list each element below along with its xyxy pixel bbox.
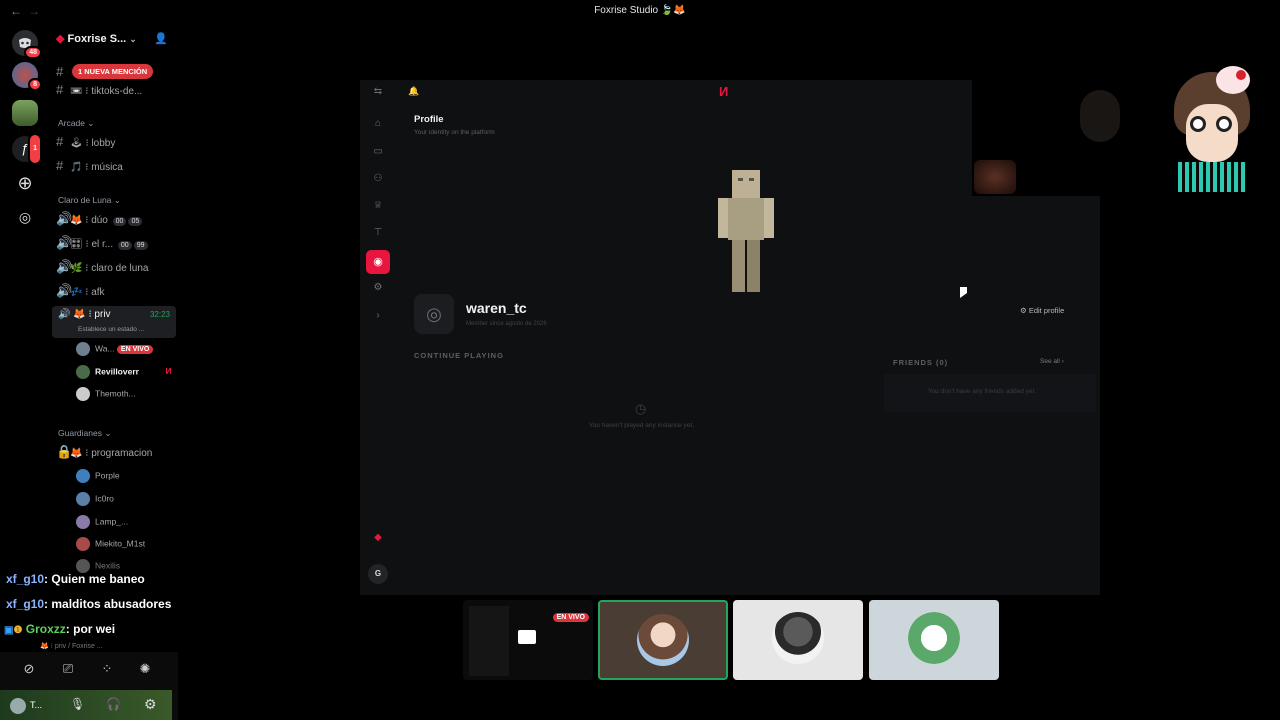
screen-share-icon[interactable]: ⎚ (57, 658, 79, 680)
speaker-icon: 🔊 (56, 211, 73, 226)
voice-channel-programacion[interactable]: 🔒🦊 ⁝ programacion (56, 444, 176, 464)
voice-user[interactable]: Lamp_... (76, 515, 176, 533)
clock-icon: ◷ (635, 401, 647, 416)
settings-icon[interactable]: ⚙ (372, 282, 384, 294)
app-logo-icon: И (719, 84, 729, 99)
participant-tile[interactable] (869, 600, 999, 680)
stream-tile[interactable]: EN VIVO (463, 600, 593, 680)
server-avatar-icon[interactable]: 8 (12, 62, 42, 91)
server-name: Foxrise S... (67, 33, 127, 45)
voice-user[interactable]: Revilloverr И (76, 365, 176, 383)
shirt-icon[interactable]: ⊤ (372, 227, 384, 239)
account-bar: T... 🎙 🎧 ⚙ (0, 690, 172, 720)
webcam-overlay (972, 80, 1120, 196)
gem-icon: ◆ (374, 532, 382, 543)
bell-icon[interactable]: 🔔 (408, 86, 419, 97)
participant-tile-speaking[interactable] (598, 600, 728, 680)
avatar[interactable] (10, 698, 26, 714)
account-username: T... (30, 700, 43, 710)
window-title: Foxrise Studio 🍃🦊 (594, 5, 686, 16)
call-timer: 32:23 (149, 310, 170, 319)
mention-banner[interactable]: 1 NUEVA MENCIÓN (72, 64, 154, 79)
chat-message: xf_g10: Quien me baneo (6, 572, 145, 586)
page-title: Profile (414, 114, 444, 125)
settings-gear-icon[interactable]: ⚙ (144, 696, 157, 713)
set-status-hint[interactable]: Establece un estado ... (78, 326, 144, 333)
add-server-icon[interactable]: ⊕ (12, 170, 38, 196)
no-friends-message: You don't have any friends added yet. (927, 388, 1037, 395)
voice-channel-priv[interactable]: 🔊 🦊 ⁝ priv 32:23 Establece un estado ... (52, 306, 176, 338)
server-logo-icon: ◆ (56, 33, 65, 45)
edit-profile-button[interactable]: ⚙ Edit profile (1020, 306, 1064, 315)
collapse-sidebar-icon[interactable]: ⇆ (372, 86, 384, 98)
no-instances-message: You haven't played any instance yet. (588, 422, 695, 429)
chat-message: xf_g10: malditos abusadores (6, 597, 172, 611)
voice-user[interactable]: Ic0ro (76, 492, 176, 510)
voice-user[interactable]: Miekito_M1st (76, 537, 176, 555)
profile-avatar-icon[interactable]: ◎ (414, 294, 454, 334)
page-subtitle: Your identity on the platform (414, 129, 495, 136)
profile-username: waren_tc (466, 300, 527, 316)
gamepad-icon[interactable]: ▭ (372, 146, 384, 158)
microphone-icon[interactable]: 🎙 (70, 697, 85, 711)
title-bar: ← → Foxrise Studio 🍃🦊 (0, 0, 1280, 24)
voice-user[interactable]: Themoth... (76, 387, 176, 405)
monitor-icon (518, 630, 536, 644)
server-avatar-icon[interactable] (12, 100, 38, 126)
player-skin-preview[interactable] (716, 168, 780, 294)
terminal-icon[interactable]: › (372, 310, 384, 322)
activities-icon[interactable]: ⁘ (96, 658, 118, 680)
continue-playing-heading: CONTINUE PLAYING (414, 351, 504, 360)
see-all-link[interactable]: See all › (1040, 358, 1064, 365)
channel-musica[interactable]: # 🎵 ⁝ música (56, 158, 176, 178)
chat-message: ▣❶ Groxzz: por wei (4, 622, 116, 636)
channel-tiktoks[interactable]: # 📼 ⁝ tiktoks-de... (56, 82, 176, 102)
home-icon[interactable]: ⌂ (372, 118, 384, 130)
voice-channel-afk[interactable]: 🔊💤 ⁝ afk (56, 283, 176, 303)
profile-nav-icon[interactable]: ◉ (366, 250, 390, 274)
server-badge: 1 (28, 133, 42, 165)
direct-messages-icon[interactable]: 48 (12, 30, 42, 59)
server-badge: 8 (28, 78, 42, 91)
shared-app-window-right: ⚙ Edit profile See all › You don't have … (884, 196, 1100, 595)
voice-user[interactable]: Porple (76, 469, 176, 487)
category-claro-de-luna[interactable]: Claro de Luna ⌄ (58, 195, 121, 206)
voice-channel-claro-de-luna[interactable]: 🔊🌿 ⁝ claro de luna (56, 259, 176, 279)
trophy-icon[interactable]: ♕ (372, 200, 384, 212)
users-icon[interactable]: ⚇ (372, 173, 384, 185)
mouse-cursor (960, 287, 967, 298)
add-member-icon[interactable]: 👤 (154, 32, 168, 45)
category-guardianes[interactable]: Guardianes ⌄ (58, 428, 111, 439)
user-avatar[interactable]: G (368, 564, 388, 584)
voice-channel-duo[interactable]: 🔊🦊 ⁝ dúo 00 05 (56, 211, 176, 231)
channel-lobby[interactable]: # 🕹 ⁝ lobby (56, 134, 176, 154)
chevron-down-icon: ⌄ (129, 34, 137, 44)
member-since: Member since agosto de 2026 (466, 321, 547, 327)
category-arcade[interactable]: Arcade ⌄ (58, 118, 94, 129)
channel-list: ◆ Foxrise S... ⌄ 👤 # 1 NUEVA MENCIÓN # 📼 … (48, 24, 178, 720)
server-rail: 48 8 ƒ 1 ⊕ ◎ (0, 24, 48, 720)
shared-app-window: ⇆ 🔔 И ⌂ ▭ ⚇ ♕ ⊤ ◉ ⚙ › ◆ G Profile Your i… (360, 80, 972, 595)
live-badge: EN VIVO (552, 606, 589, 624)
avatar (772, 612, 824, 664)
voice-location: 🦊 ⁝ priv / Foxrise ... (40, 643, 103, 650)
headphones-icon[interactable]: 🎧 (106, 697, 121, 711)
avatar (908, 612, 960, 664)
soundboard-icon[interactable]: ✺ (134, 658, 156, 680)
participant-tile[interactable] (733, 600, 863, 680)
voice-user[interactable]: Wa... EN VIVO (76, 342, 176, 360)
voice-channel-el-r[interactable]: 🔊🎛 ⁝ el r... 00 99 (56, 235, 176, 255)
discover-icon[interactable]: ◎ (12, 204, 38, 230)
friends-heading: FRIENDS (0) (893, 358, 949, 367)
dm-badge: 48 (24, 46, 42, 59)
camera-off-icon[interactable]: ⊘ (18, 658, 40, 680)
foxrise-server-icon[interactable]: ƒ 1 (12, 133, 42, 165)
vtuber-avatar (1170, 64, 1256, 194)
avatar (637, 614, 689, 666)
user-panel: 🦊 ⁝ priv / Foxrise ... ⊘ ⎚ ⁘ ✺ T... 🎙 🎧 … (0, 643, 178, 720)
